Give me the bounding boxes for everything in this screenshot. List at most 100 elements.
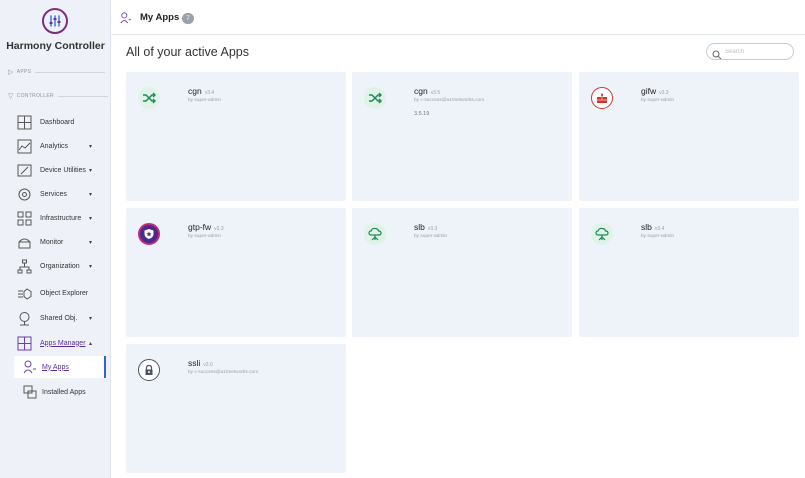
chevron-down-icon: ▾ <box>89 239 93 246</box>
chevron-down-icon: ▾ <box>89 315 93 322</box>
sidebar-item-label: Organization <box>40 262 80 270</box>
app-author: by super-admin <box>188 234 222 239</box>
organization-icon <box>17 259 32 274</box>
app-name: ssli <box>188 358 201 368</box>
caret-down-icon: ▽ <box>8 93 14 100</box>
sidebar-subitem-label: My Apps <box>42 363 69 371</box>
sidebar-item-organization[interactable]: Organization ▾ <box>0 254 110 278</box>
app-author: by super-admin <box>641 98 675 103</box>
app-version: v3.3 <box>659 90 669 96</box>
my-apps-icon <box>120 11 132 24</box>
topbar: My Apps 7 <box>112 0 805 35</box>
analytics-icon <box>17 139 32 154</box>
app-name: slb <box>641 222 652 232</box>
app-card-cgn-v3-5[interactable]: cgn v3.5 by c-success@a10networks.com 3.5… <box>352 72 572 201</box>
app-name-line: gifw v3.3 <box>641 86 669 96</box>
section-apps[interactable]: ▷ APPS <box>8 67 106 77</box>
app-card-cgn-v3-4[interactable]: cgn v3.4 by super-admin <box>126 72 346 201</box>
app-author: by c-success@a10networks.com <box>414 98 485 103</box>
app-version: v3.5 <box>430 90 441 96</box>
shuffle-icon <box>138 87 160 109</box>
chevron-down-icon: ▾ <box>89 143 93 150</box>
firewall-icon <box>591 87 613 109</box>
main-content: All of your active Apps cgnv3.4 by super… <box>112 36 805 478</box>
sidebar-item-services[interactable]: Services ▾ <box>0 182 110 206</box>
app-name: slb <box>414 222 425 232</box>
app-name-line: slb v3.4 <box>641 222 664 232</box>
app-name-line: ssli v3.0 <box>188 358 213 368</box>
app-count-badge: 7 <box>182 13 194 24</box>
chevron-up-icon: ▴ <box>89 340 93 347</box>
sidebar-item-analytics[interactable]: Analytics ▾ <box>0 134 110 158</box>
app-build-version: 3.5.19 <box>414 111 430 117</box>
shield-star-icon <box>138 223 160 245</box>
app-card-gifw-v3-3[interactable]: gifw v3.3 by super-admin <box>579 72 799 201</box>
search-icon <box>712 47 722 60</box>
page-title: My Apps <box>140 12 180 23</box>
app-author: by super-admin <box>641 234 675 239</box>
lock-icon <box>138 359 160 381</box>
app-card-slb-v3-3[interactable]: slb v3.3 by super-admin <box>352 208 572 337</box>
sidebar-item-apps-manager[interactable]: Apps Manager ▴ <box>0 331 110 355</box>
cloud-network-icon <box>591 223 613 245</box>
shuffle-icon <box>364 87 386 109</box>
app-version: v3.3 <box>214 226 224 232</box>
app-card-gtp-fw-v3-3[interactable]: gtp-fw v3.3 by super-admin <box>126 208 346 337</box>
sidebar-subitem-my-apps[interactable]: My Apps <box>14 356 106 378</box>
cloud-network-icon <box>364 223 386 245</box>
chevron-down-icon: ▾ <box>89 191 93 198</box>
sidebar-item-label: Analytics <box>40 142 69 150</box>
app-card-ssli-v3-0[interactable]: ssli v3.0 by c-success@a10networks.com <box>126 344 346 473</box>
apps-manager-icon <box>17 336 32 351</box>
sidebar-item-label: Shared Obj. <box>40 314 78 322</box>
app-name-line: cgn v3.4 <box>188 86 214 96</box>
shared-obj-icon <box>17 311 32 326</box>
app-name: cgn <box>188 86 202 96</box>
sidebar-item-label: Services <box>40 190 67 198</box>
sidebar-item-object-explorer[interactable]: Object Explorer <box>0 281 110 305</box>
sidebar-item-label: Monitor <box>40 238 64 246</box>
divider <box>35 71 106 73</box>
app-author: by super-admin <box>188 98 222 103</box>
section-heading: All of your active Apps <box>126 45 249 59</box>
my-apps-icon <box>23 360 37 374</box>
section-controller-label: CONTROLLER <box>16 93 54 99</box>
app-author: by c-success@a10networks.com <box>188 370 259 375</box>
installed-apps-icon <box>23 385 37 399</box>
search-input[interactable] <box>725 46 789 58</box>
app-version: v3.0 <box>203 362 213 368</box>
sidebar-item-label: Apps Manager <box>40 339 86 347</box>
section-apps-label: APPS <box>16 69 32 75</box>
sidebar-item-dashboard[interactable]: Dashboard <box>0 110 110 134</box>
app-card-slb-v3-4[interactable]: slb v3.4 by super-admin <box>579 208 799 337</box>
sidebar-item-infrastructure[interactable]: Infrastructure ▾ <box>0 206 110 230</box>
sidebar-item-shared-obj[interactable]: Shared Obj. ▾ <box>0 306 110 330</box>
divider <box>57 95 108 97</box>
section-controller[interactable]: ▽ CONTROLLER <box>8 91 108 101</box>
search-box[interactable] <box>706 43 794 60</box>
device-utilities-icon <box>17 163 32 178</box>
app-name: cgn <box>414 86 428 96</box>
chevron-down-icon: ▾ <box>89 167 93 174</box>
harmony-logo-icon[interactable] <box>42 8 68 34</box>
object-explorer-icon <box>17 286 32 301</box>
sidebar-item-label: Object Explorer <box>40 289 89 297</box>
services-icon <box>17 187 32 202</box>
sidebar: Harmony Controller ▷ APPS ▽ CONTROLLER D… <box>0 0 111 478</box>
monitor-icon <box>17 235 32 250</box>
sidebar-item-label: Device Utilities <box>40 166 86 174</box>
sidebar-item-device-utilities[interactable]: Device Utilities ▾ <box>0 158 110 182</box>
app-version: v3.4 <box>204 90 215 96</box>
sidebar-subitem-installed-apps[interactable]: Installed Apps <box>14 381 106 403</box>
sidebar-item-label: Dashboard <box>40 118 75 126</box>
app-name: gifw <box>641 86 657 96</box>
infrastructure-icon <box>17 211 32 226</box>
caret-right-icon: ▷ <box>8 69 14 76</box>
chevron-down-icon: ▾ <box>89 215 93 222</box>
app-version: v3.3 <box>427 226 438 232</box>
sidebar-item-monitor[interactable]: Monitor ▾ <box>0 230 110 254</box>
dashboard-icon <box>17 115 32 130</box>
sidebar-item-label: Infrastructure <box>40 214 82 222</box>
app-name-line: cgn v3.5 <box>414 86 440 96</box>
brand-name: Harmony Controller <box>6 40 105 52</box>
